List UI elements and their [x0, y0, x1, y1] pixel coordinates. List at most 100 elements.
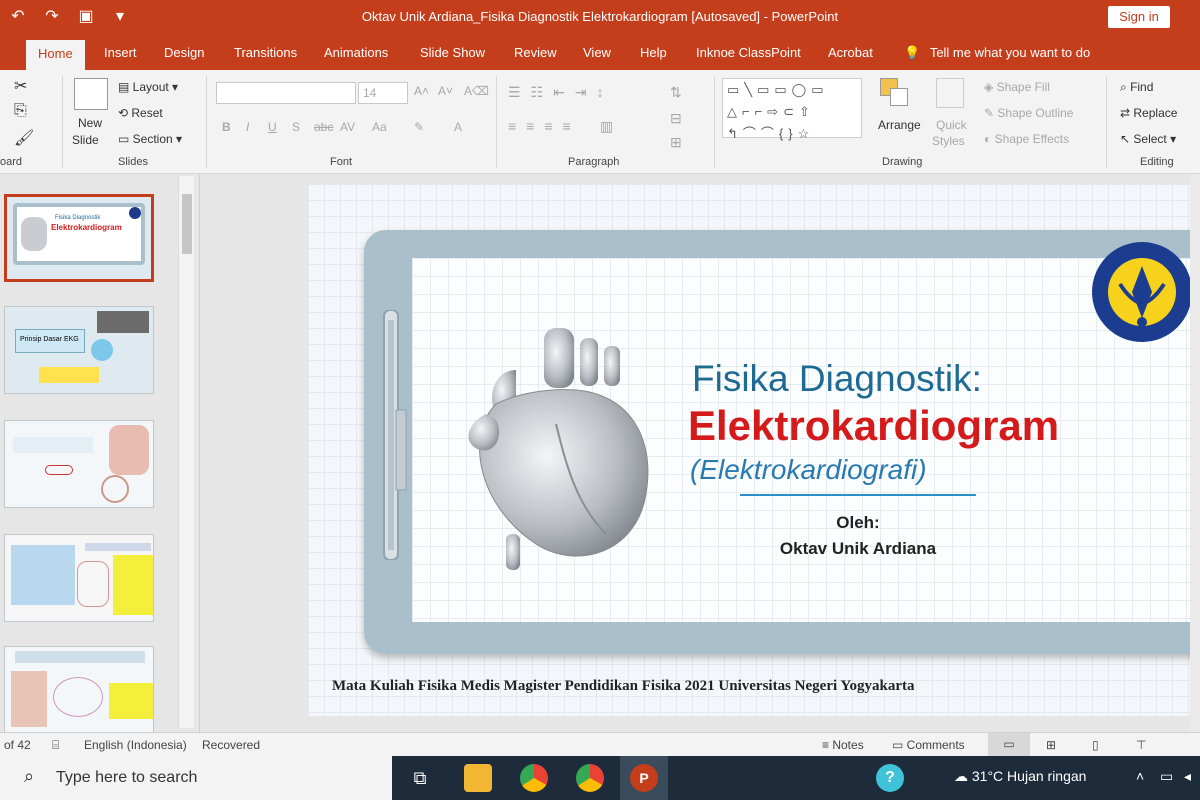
tab-animations[interactable]: Animations [324, 45, 388, 60]
bold-button[interactable]: B [222, 120, 231, 134]
reset-icon: ⟲ [118, 106, 132, 120]
tab-insert[interactable]: Insert [104, 45, 137, 60]
help-icon[interactable]: ? [876, 764, 904, 792]
task-view-icon[interactable]: ⧉ [406, 764, 434, 792]
sign-in-button[interactable]: Sign in [1108, 6, 1170, 28]
reading-view-button[interactable]: ▯ [1092, 738, 1099, 752]
slideshow-view-button[interactable]: ⊤ [1136, 738, 1146, 752]
byline-label: Oleh: [836, 513, 880, 532]
tab-transitions[interactable]: Transitions [234, 45, 297, 60]
tell-me-search[interactable]: 💡 Tell me what you want to do [904, 45, 1090, 61]
powerpoint-taskbar-button[interactable]: P [620, 756, 668, 800]
clear-format-icon[interactable]: A⌫ [464, 84, 489, 98]
slide-sorter-button[interactable]: ⊞ [1046, 738, 1056, 752]
new-slide-button-2[interactable]: Slide [72, 133, 99, 147]
quick-styles-icon[interactable] [936, 78, 964, 108]
document-title: Oktav Unik Ardiana_Fisika Diagnostik Ele… [361, 9, 839, 24]
chrome-icon[interactable] [520, 764, 548, 792]
slide-thumbnail-pane: Fisika Diagnostik Elektrokardiogram Prin… [0, 174, 200, 734]
comments-label: Comments [906, 738, 965, 752]
thumbnail-scrollbar[interactable] [178, 176, 194, 728]
font-color-button[interactable]: A [454, 120, 462, 134]
section-button[interactable]: ▭ Section ▾ [118, 132, 182, 146]
shape-effects-label: Shape Effects [994, 132, 1070, 146]
tab-slide-show[interactable]: Slide Show [420, 45, 485, 60]
highlight-icon[interactable]: ✎ [414, 120, 424, 134]
slide-thumbnail-2[interactable]: Prinsip Dasar EKG [4, 306, 154, 394]
accessibility-icon[interactable]: ⌸ [52, 738, 59, 753]
text-direction-icon[interactable]: ⇅ [670, 84, 682, 101]
find-button[interactable]: ⌕ Find [1120, 80, 1153, 95]
grow-font-icon[interactable]: A˄ [414, 84, 429, 98]
alignment-icons[interactable]: ≡≡≡≡ [508, 118, 581, 134]
select-button[interactable]: ↖ Select ▾ [1120, 132, 1176, 146]
reset-button[interactable]: ⟲ Reset [118, 106, 163, 120]
quick-styles-button-2[interactable]: Styles [932, 134, 965, 148]
clipboard-clip [383, 310, 407, 560]
tab-inknoe-classpoint[interactable]: Inknoe ClassPoint [696, 45, 801, 60]
select-label: Select [1133, 132, 1167, 146]
volume-icon[interactable]: ◂ [1184, 768, 1191, 785]
weather-widget[interactable]: ☁ 31°C Hujan ringan [954, 768, 1086, 785]
network-icon[interactable]: ▭ [1160, 768, 1173, 785]
quick-styles-button[interactable]: Quick [936, 118, 967, 132]
slide-scrollbar[interactable] [1190, 174, 1200, 732]
author-name: Oktav Unik Ardiana [779, 539, 937, 558]
tab-help[interactable]: Help [640, 45, 667, 60]
character-spacing-button[interactable]: AV [340, 120, 355, 134]
list-icons[interactable]: ☰☷⇤⇥↕ [508, 84, 614, 101]
drawing-group-label: Drawing [882, 156, 923, 168]
columns-icon[interactable]: ▥ [600, 118, 613, 135]
reset-label: Reset [131, 106, 163, 120]
italic-button[interactable]: I [246, 120, 249, 134]
slide-thumbnail-5[interactable] [4, 646, 154, 734]
editing-group-label: Editing [1140, 156, 1174, 168]
layout-button[interactable]: ▤ Layout ▾ [118, 80, 178, 94]
slide-thumbnail-4[interactable] [4, 534, 154, 622]
underline-button[interactable]: U [268, 120, 277, 134]
strikethrough-button[interactable]: abc [314, 120, 333, 134]
tab-review[interactable]: Review [514, 45, 557, 60]
notes-button[interactable]: ≡ Notes [822, 738, 864, 752]
tray-chevron-icon[interactable]: ˄ [1136, 768, 1144, 784]
shape-outline-button[interactable]: ✎ Shape Outline [984, 106, 1073, 120]
change-case-button[interactable]: Aa [372, 120, 387, 134]
file-explorer-icon[interactable] [464, 764, 492, 792]
arrange-icon[interactable] [880, 78, 910, 108]
copy-icon[interactable]: ⎘ [14, 102, 27, 120]
shape-fill-button[interactable]: ◈ Shape Fill [984, 80, 1050, 94]
chrome-icon-2[interactable] [576, 764, 604, 792]
tab-acrobat[interactable]: Acrobat [828, 45, 873, 60]
current-slide[interactable]: Fisika Diagnostik: Elektrokardiogram (El… [308, 184, 1200, 716]
shrink-font-icon[interactable]: A˅ [438, 84, 453, 98]
cloud-rain-icon: ☁ [954, 768, 972, 784]
align-text-icon[interactable]: ⊟ [670, 110, 682, 127]
shadow-button[interactable]: S [292, 120, 300, 134]
comment-icon: ▭ [892, 738, 907, 752]
new-slide-icon[interactable] [74, 78, 108, 110]
new-slide-button[interactable]: New [78, 116, 102, 130]
replace-icon: ⇄ [1120, 106, 1134, 120]
shapes-gallery[interactable]: ▭╲▭▭◯▭ △⌐⌐⇨⊂⇧ ↰⌒⌒{}☆ [722, 78, 862, 141]
shape-effects-button[interactable]: ◐ Shape Effects [984, 132, 1069, 146]
cut-icon[interactable]: ✂ [14, 76, 27, 96]
slide-thumbnail-1[interactable]: Fisika Diagnostik Elektrokardiogram [4, 194, 154, 282]
smartart-icon[interactable]: ⊞ [670, 134, 682, 151]
tab-design[interactable]: Design [164, 45, 204, 60]
tell-me-label: Tell me what you want to do [929, 45, 1091, 60]
tab-view[interactable]: View [583, 45, 611, 60]
tab-home[interactable]: Home [26, 40, 85, 70]
comments-button[interactable]: ▭ Comments [892, 738, 965, 752]
normal-view-button[interactable]: ▭ [988, 733, 1030, 756]
language-indicator[interactable]: English (Indonesia) [84, 738, 187, 752]
replace-button[interactable]: ⇄ Replace [1120, 106, 1177, 120]
scrollbar-thumb[interactable] [182, 194, 192, 254]
slide-thumbnail-3[interactable] [4, 420, 154, 508]
search-placeholder: Type here to search [56, 769, 198, 786]
arrange-button[interactable]: Arrange [878, 118, 921, 132]
font-size-select[interactable]: 14 [358, 82, 408, 104]
taskbar-search-box[interactable]: ⌕ Type here to search [0, 756, 392, 800]
notes-icon: ≡ [822, 738, 833, 752]
font-family-select[interactable] [216, 82, 356, 104]
format-painter-icon[interactable]: 🖌 [14, 128, 34, 148]
